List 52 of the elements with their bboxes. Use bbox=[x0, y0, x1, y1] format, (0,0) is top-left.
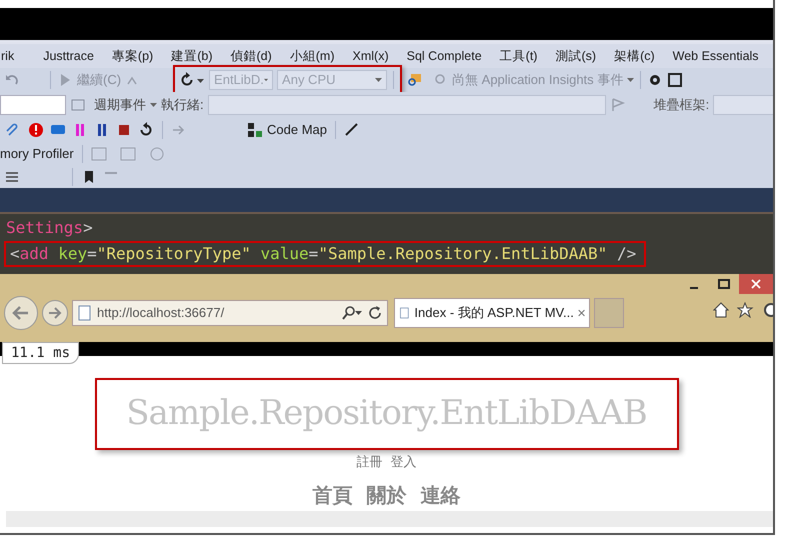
error-icon[interactable] bbox=[28, 122, 44, 138]
menu-item[interactable]: 工具(t) bbox=[490, 46, 546, 66]
refresh-icon[interactable] bbox=[179, 72, 206, 88]
window-icon[interactable] bbox=[667, 72, 684, 88]
star-icon[interactable] bbox=[737, 302, 755, 318]
page-icon bbox=[399, 304, 410, 321]
page-heading: Sample.Repository.EntLibDAAB bbox=[126, 392, 647, 436]
forward-arrow-icon bbox=[48, 306, 62, 320]
thread-label: 執行緒: bbox=[161, 96, 204, 114]
browser-tab[interactable]: Index - 我的 ASP.NET MV... bbox=[394, 298, 590, 328]
nav-link[interactable]: 連絡 bbox=[420, 481, 460, 512]
account-link[interactable]: 註冊 bbox=[356, 452, 382, 472]
close-icon bbox=[751, 278, 761, 289]
back-button[interactable] bbox=[4, 296, 38, 330]
menu-item[interactable]: Web Essentials bbox=[664, 46, 768, 66]
nav-link[interactable]: 關於 bbox=[366, 481, 406, 512]
caret-icon bbox=[264, 78, 268, 82]
settings-icon[interactable] bbox=[761, 302, 773, 318]
menu-item[interactable]: 專案(p) bbox=[102, 46, 162, 66]
home-icon[interactable] bbox=[713, 302, 731, 318]
menu-item[interactable]: Sql Complete bbox=[398, 46, 491, 66]
page-icon bbox=[77, 304, 93, 321]
stack-frame-label: 堆疊框架: bbox=[654, 96, 710, 114]
menu-item[interactable]: Justtrace bbox=[34, 46, 103, 66]
nav-link[interactable]: 首頁 bbox=[312, 481, 352, 512]
close-icon[interactable] bbox=[578, 308, 585, 318]
restart-icon[interactable] bbox=[138, 122, 154, 138]
back-arrow-icon bbox=[12, 304, 30, 321]
menu-item[interactable]: 架構(c) bbox=[605, 46, 664, 66]
maximize-icon bbox=[718, 278, 730, 289]
menu-item[interactable]: 建置(b) bbox=[162, 46, 222, 66]
menu-item[interactable]: 小組(m) bbox=[280, 46, 344, 66]
memory-profiler-label: mory Profiler bbox=[0, 145, 74, 164]
timing-badge: 11.1 ms bbox=[2, 342, 80, 364]
address-bar[interactable]: http://localhost:36677/ bbox=[72, 300, 388, 326]
menu-item[interactable]: 偵錯(d) bbox=[221, 46, 281, 66]
menu-item[interactable]: rik bbox=[0, 46, 34, 66]
search-icon[interactable] bbox=[341, 304, 363, 321]
close-button[interactable] bbox=[739, 274, 773, 294]
minimize-icon bbox=[690, 286, 698, 289]
account-link[interactable]: 登入 bbox=[390, 452, 416, 472]
code-map-button[interactable]: Code Map bbox=[247, 120, 327, 140]
forward-button[interactable] bbox=[42, 300, 68, 326]
caret-icon bbox=[150, 102, 157, 107]
menu-item[interactable]: 測試(s) bbox=[546, 46, 606, 66]
refresh-icon[interactable] bbox=[367, 304, 383, 321]
code-line: Settings> bbox=[5, 216, 94, 239]
menu-item[interactable]: Xml(x) bbox=[344, 46, 398, 66]
caret-icon bbox=[375, 78, 382, 82]
lifecycle-dropdown[interactable]: 週期事件 bbox=[94, 95, 157, 115]
diagram-icon bbox=[247, 122, 263, 138]
caret-icon bbox=[627, 78, 634, 82]
